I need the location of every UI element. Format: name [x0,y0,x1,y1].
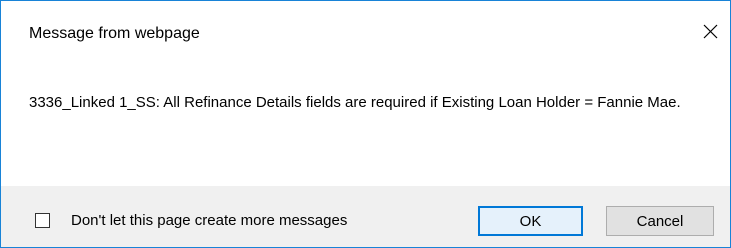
title-bar: Message from webpage [1,1,730,63]
dialog-title: Message from webpage [29,25,200,42]
dialog-message: 3336_Linked 1_SS: All Refinance Details … [29,94,681,111]
close-button[interactable] [690,11,730,51]
close-icon [703,24,717,38]
message-area: 3336_Linked 1_SS: All Refinance Details … [1,63,730,183]
suppress-messages-checkbox[interactable] [35,213,50,228]
ok-button[interactable]: OK [478,206,583,236]
suppress-messages-label: Don't let this page create more messages [71,212,348,229]
suppress-messages-option[interactable]: Don't let this page create more messages [35,212,347,229]
dialog-footer: Don't let this page create more messages… [1,186,730,247]
cancel-button[interactable]: Cancel [606,206,714,236]
message-dialog: Message from webpage 3336_Linked 1_SS: A… [0,0,731,248]
